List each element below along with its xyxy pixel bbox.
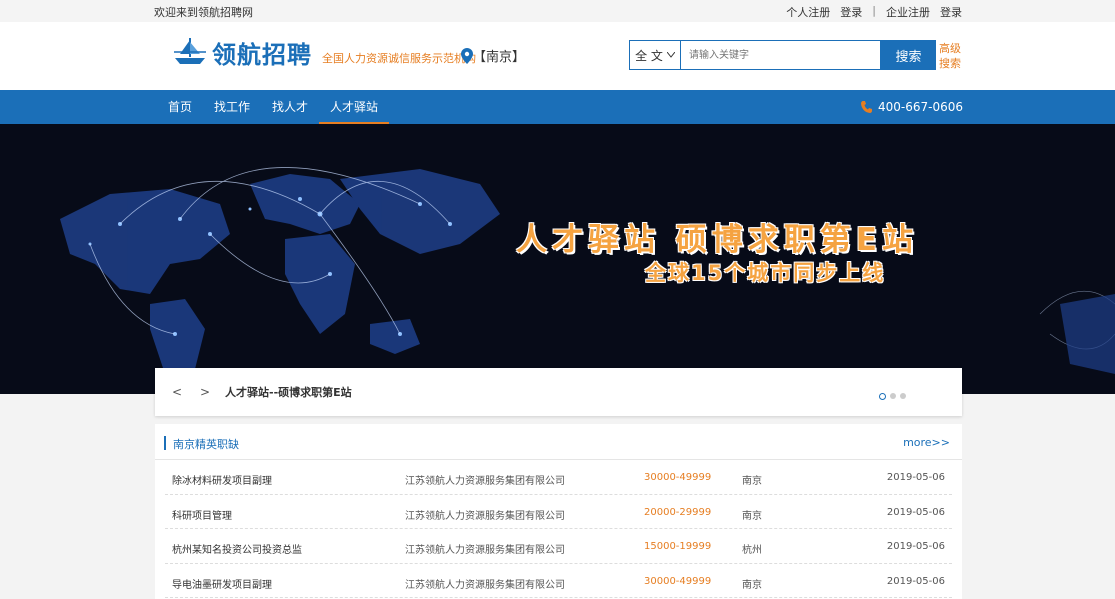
phone-number: 400-667-0606: [878, 100, 964, 114]
personal-login-link[interactable]: 登录: [840, 4, 862, 20]
world-map-image: [0, 124, 1115, 394]
banner-subtitle: 全球15个城市同步上线: [645, 261, 886, 285]
hero-banner[interactable]: 人才驿站 硕博求职第E站 全球15个城市同步上线: [0, 124, 1115, 394]
job-date: 2019-05-06: [886, 472, 945, 483]
job-city: 南京: [742, 579, 762, 591]
section-accent-bar: [164, 436, 166, 450]
job-title[interactable]: 杭州某知名投资公司投资总监: [172, 541, 302, 556]
carousel-caption[interactable]: 人才驿站--硕博求职第E站: [225, 384, 352, 400]
search-scope-select[interactable]: 全 文: [629, 40, 680, 70]
logo-icon: [174, 38, 206, 64]
job-row[interactable]: 科研项目管理 江苏领航人力资源服务集团有限公司 20000-29999 南京 2…: [165, 495, 952, 529]
job-row[interactable]: 杭州某知名投资公司投资总监 江苏领航人力资源服务集团有限公司 15000-199…: [165, 529, 952, 564]
nav-item-home[interactable]: 首页: [157, 90, 203, 124]
carousel-dot[interactable]: [890, 393, 896, 399]
carousel-next-button[interactable]: >: [191, 385, 219, 399]
site-logo[interactable]: 领航招聘: [172, 34, 312, 70]
welcome-text: 欢迎来到领航招聘网: [154, 6, 253, 19]
company-login-link[interactable]: 登录: [940, 4, 962, 20]
more-link[interactable]: more>>: [903, 436, 950, 449]
job-title[interactable]: 科研项目管理: [172, 507, 232, 522]
slogan: 全国人力资源诚信服务示范机构: [322, 52, 476, 65]
job-row[interactable]: 导电油墨研发项目副理 江苏领航人力资源服务集团有限公司 30000-49999 …: [165, 564, 952, 598]
company-register-link[interactable]: 企业注册: [886, 4, 930, 20]
carousel-prev-button[interactable]: <: [163, 385, 191, 399]
hotline: 400-667-0606: [860, 100, 963, 114]
job-city: 南京: [742, 476, 762, 487]
city-name: 【南京】: [473, 50, 526, 65]
job-salary: 15000-19999: [644, 541, 712, 552]
job-salary: 30000-49999: [644, 472, 712, 483]
job-company[interactable]: 江苏领航人力资源服务集团有限公司: [405, 541, 565, 556]
job-row[interactable]: 除冰材料研发项目副理 江苏领航人力资源服务集团有限公司 30000-49999 …: [165, 460, 952, 495]
carousel-caption-bar: < > 人才驿站--硕博求职第E站: [155, 368, 962, 416]
search-scope-value: 全 文: [635, 48, 663, 63]
job-date: 2019-05-06: [886, 506, 945, 518]
chevron-down-icon: [666, 52, 675, 58]
account-links: 个人注册 登录 | 企业注册 登录: [786, 4, 962, 20]
nav-item-talent-station[interactable]: 人才驿站: [319, 90, 390, 124]
personal-register-link[interactable]: 个人注册: [786, 4, 830, 20]
carousel-dot[interactable]: [900, 393, 906, 399]
job-salary: 20000-29999: [644, 506, 712, 518]
carousel-indicators: [879, 393, 906, 400]
nav-item-find-talent[interactable]: 找人才: [261, 90, 319, 124]
carousel-dot[interactable]: [879, 393, 886, 400]
job-company[interactable]: 江苏领航人力资源服务集团有限公司: [405, 507, 565, 522]
search-button[interactable]: 搜索: [881, 40, 936, 70]
section-header: 南京精英职缺 more>>: [155, 424, 962, 460]
search-input[interactable]: [680, 40, 881, 70]
top-bar: 欢迎来到领航招聘网 个人注册 登录 | 企业注册 登录: [0, 0, 1115, 22]
job-title[interactable]: 除冰材料研发项目副理: [172, 472, 272, 487]
phone-icon: [861, 101, 872, 113]
job-city: 南京: [742, 510, 762, 522]
search-bar: 全 文 搜索: [629, 40, 936, 70]
job-title[interactable]: 导电油墨研发项目副理: [172, 576, 272, 591]
nav-item-find-job[interactable]: 找工作: [203, 90, 261, 124]
job-city: 杭州: [742, 545, 762, 556]
logo-text: 领航招聘: [212, 40, 312, 69]
main-nav: 首页 找工作 找人才 人才驿站 400-667-0606: [0, 90, 1115, 124]
location-pin-icon: [461, 47, 473, 64]
banner-title: 人才驿站 硕博求职第E站: [516, 222, 918, 258]
job-date: 2019-05-06: [886, 541, 945, 552]
job-salary: 30000-49999: [644, 575, 712, 587]
job-company[interactable]: 江苏领航人力资源服务集团有限公司: [405, 576, 565, 591]
job-company[interactable]: 江苏领航人力资源服务集团有限公司: [405, 472, 565, 487]
section-title: 南京精英职缺: [173, 438, 239, 451]
city-selector[interactable]: 【南京】: [461, 46, 525, 65]
job-date: 2019-05-06: [886, 575, 945, 587]
divider: |: [872, 4, 876, 17]
header: 领航招聘 全国人力资源诚信服务示范机构 【南京】 全 文 搜索 高级搜索: [0, 22, 1115, 90]
jobs-section: 南京精英职缺 more>> 除冰材料研发项目副理 江苏领航人力资源服务集团有限公…: [155, 424, 962, 599]
advanced-search-link[interactable]: 高级搜索: [939, 41, 963, 71]
